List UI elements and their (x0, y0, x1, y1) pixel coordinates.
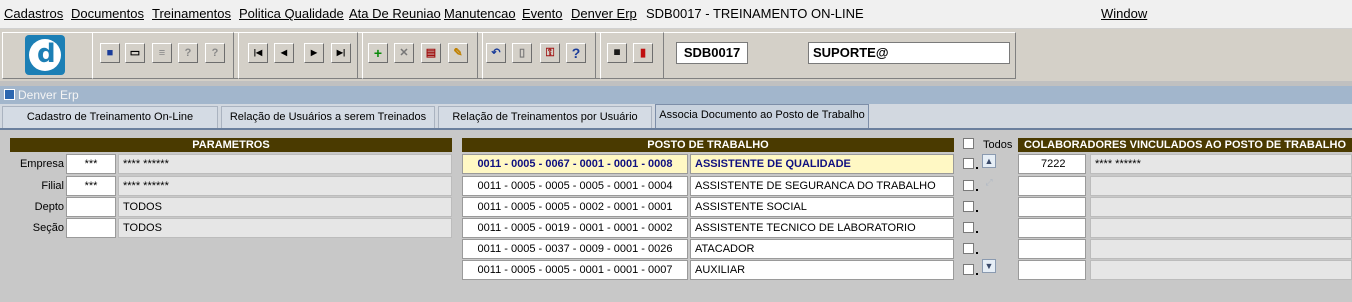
colaborador-name-field: **** ****** (1090, 154, 1352, 174)
posto-row-checkbox[interactable] (963, 158, 974, 169)
posto-code-field[interactable]: 0011 - 0005 - 0037 - 0009 - 0001 - 0026 (462, 239, 688, 259)
parametros-header: PARAMETROS (10, 138, 452, 152)
param-desc-field: **** ****** (118, 176, 452, 196)
posto-name-field[interactable]: ASSISTENTE SOCIAL (690, 197, 954, 217)
menu-bar: Cadastros Documentos Treinamentos Politi… (0, 0, 1352, 29)
previous-record-icon[interactable]: ◀ (274, 43, 294, 63)
colaborador-name-field (1090, 239, 1352, 259)
query-help2-icon[interactable]: ? (205, 43, 225, 63)
keys-icon[interactable]: ⚿ (540, 43, 560, 63)
edit-icon[interactable]: ✎ (448, 43, 468, 63)
tab-cadastro-treinamento[interactable]: Cadastro de Treinamento On-Line (2, 106, 218, 128)
undo-icon[interactable]: ↶ (486, 43, 506, 63)
colaborador-name-field (1090, 218, 1352, 238)
posto-code-field[interactable]: 0011 - 0005 - 0005 - 0005 - 0001 - 0004 (462, 176, 688, 196)
colaborador-name-field (1090, 176, 1352, 196)
scroll-down-icon[interactable]: ▼ (982, 259, 996, 273)
tab-relacao-usuarios[interactable]: Relação de Usuários a serem Treinados (221, 106, 435, 128)
posto-code-field[interactable]: 0011 - 0005 - 0005 - 0001 - 0001 - 0007 (462, 260, 688, 280)
delete-icon[interactable]: ✕ (394, 43, 414, 63)
param-code-field[interactable] (66, 197, 116, 217)
posto-row-checkbox[interactable] (963, 180, 974, 191)
menu-evento[interactable]: Evento (522, 6, 562, 21)
insert-icon[interactable]: + (368, 43, 388, 63)
screen-icon[interactable]: ▭ (125, 43, 145, 63)
param-desc-field: TODOS (118, 197, 452, 217)
posto-code-field[interactable]: 0011 - 0005 - 0067 - 0001 - 0001 - 0008 (462, 154, 688, 174)
posto-code-field[interactable]: 0011 - 0005 - 0005 - 0002 - 0001 - 0001 (462, 197, 688, 217)
query-help-icon[interactable]: ? (178, 43, 198, 63)
row-indicator (976, 167, 978, 169)
first-record-icon[interactable]: |◀ (248, 43, 268, 63)
posto-row-checkbox[interactable] (963, 264, 974, 275)
menu-ata-de-reuniao[interactable]: Ata De Reuniao (349, 6, 441, 21)
param-label: Empresa (19, 158, 64, 170)
posto-name-field[interactable]: AUXILIAR (690, 260, 954, 280)
param-desc-field: TODOS (118, 218, 452, 238)
exit-icon[interactable]: ▮ (633, 43, 653, 63)
row-indicator (976, 252, 978, 254)
posto-row-checkbox[interactable] (963, 201, 974, 212)
posto-code-field[interactable]: 0011 - 0005 - 0019 - 0001 - 0001 - 0002 (462, 218, 688, 238)
colaborador-code-field[interactable] (1018, 197, 1086, 217)
colaborador-code-field[interactable]: 7222 (1018, 154, 1086, 174)
menu-cadastros[interactable]: Cadastros (4, 6, 63, 21)
window-title: Denver Erp (18, 88, 79, 102)
posto-header: POSTO DE TRABALHO (462, 138, 954, 152)
param-code-field[interactable]: *** (66, 176, 116, 196)
colaboradores-header: COLABORADORES VINCULADOS AO POSTO DE TRA… (1018, 138, 1352, 152)
colaborador-code-field[interactable] (1018, 218, 1086, 238)
colaborador-code-field[interactable] (1018, 260, 1086, 280)
param-label: Filial (41, 180, 64, 192)
clipboard-icon[interactable]: ▯ (512, 43, 532, 63)
print-icon[interactable]: ≡ (152, 43, 172, 63)
menu-window[interactable]: Window (1101, 6, 1147, 21)
next-record-icon[interactable]: ▶ (304, 43, 324, 63)
param-code-field[interactable]: *** (66, 154, 116, 174)
tab-relacao-treinamentos[interactable]: Relação de Treinamentos por Usuário (438, 106, 652, 128)
save-icon[interactable]: ■ (100, 43, 120, 63)
menu-denver-erp[interactable]: Denver Erp (571, 6, 637, 21)
menu-politica-qualidade[interactable]: Politica Qualidade (239, 6, 344, 21)
row-indicator (976, 273, 978, 275)
param-label: Depto (34, 201, 64, 213)
window-icon (4, 89, 15, 100)
param-desc-field: **** ****** (118, 154, 452, 174)
user-field: SUPORTE@ (808, 42, 1010, 64)
denver-logo: d (25, 35, 65, 75)
todos-checkbox[interactable] (963, 138, 974, 149)
row-indicator (976, 231, 978, 233)
row-indicator (976, 189, 978, 191)
colaborador-code-field[interactable] (1018, 239, 1086, 259)
colaborador-name-field (1090, 197, 1352, 217)
posto-name-field[interactable]: ASSISTENTE DE SEGURANCA DO TRABALHO (690, 176, 954, 196)
posto-row-checkbox[interactable] (963, 243, 974, 254)
menu-treinamentos[interactable]: Treinamentos (152, 6, 231, 21)
posto-name-field[interactable]: ASSISTENTE DE QUALIDADE (690, 154, 954, 174)
menu-icon[interactable]: ▦ (607, 43, 627, 63)
scroll-track-icon[interactable]: ⤢ (982, 176, 996, 190)
menu-manutencao[interactable]: Manutencao (444, 6, 516, 21)
scroll-up-icon[interactable]: ▲ (982, 154, 996, 168)
query-icon[interactable]: ▤ (421, 43, 441, 63)
window-title-bar: Denver Erp (0, 86, 1352, 104)
posto-name-field[interactable]: ATACADOR (690, 239, 954, 259)
param-label: Seção (32, 222, 64, 234)
posto-row-checkbox[interactable] (963, 222, 974, 233)
help-icon[interactable]: ? (566, 43, 586, 63)
tab-associa-documento[interactable]: Associa Documento ao Posto de Trabalho (655, 104, 869, 128)
menu-documentos[interactable]: Documentos (71, 6, 144, 21)
colaborador-name-field (1090, 260, 1352, 280)
tab-strip: Cadastro de Treinamento On-Line Relação … (0, 104, 1352, 130)
posto-name-field[interactable]: ASSISTENTE TECNICO DE LABORATORIO (690, 218, 954, 238)
param-code-field[interactable] (66, 218, 116, 238)
row-indicator (976, 210, 978, 212)
todos-label: Todos (983, 139, 1013, 151)
last-record-icon[interactable]: ▶| (331, 43, 351, 63)
colaborador-code-field[interactable] (1018, 176, 1086, 196)
menu-form-title[interactable]: SDB0017 - TREINAMENTO ON-LINE (646, 6, 864, 21)
form-code-field: SDB0017 (676, 42, 748, 64)
